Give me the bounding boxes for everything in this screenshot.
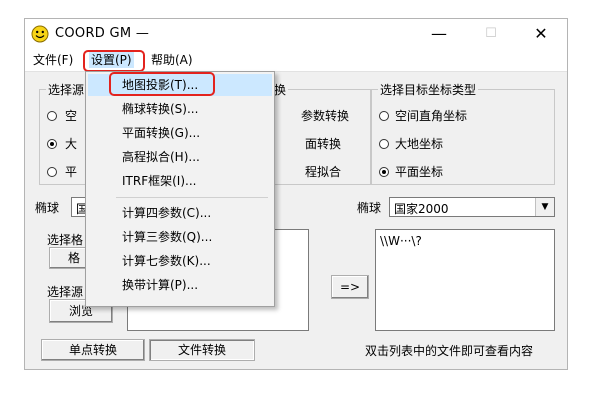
target-list-item[interactable]: \\W···\? [380, 234, 422, 248]
chevron-down-icon[interactable]: ▼ [535, 198, 554, 216]
menu-separator [116, 197, 268, 198]
target-file-list[interactable]: \\W···\? [375, 229, 555, 331]
source-radio-1[interactable] [47, 111, 57, 121]
settings-dropdown-menu: 地图投影(T)... 椭球转换(S)... 平面转换(G)... 高程拟合(H)… [85, 71, 275, 307]
menu-item-plane-convert[interactable]: 平面转换(G)... [88, 122, 272, 144]
source-radio-2[interactable] [47, 139, 57, 149]
menu-item-itrf-frame[interactable]: ITRF框架(I)... [88, 170, 272, 192]
target-radio-cartesian-label: 空间直角坐标 [395, 109, 468, 123]
menu-file[interactable]: 文件(F) [31, 52, 75, 68]
select-format-label: 选择格 [47, 233, 84, 247]
menu-item-ellipsoid-convert[interactable]: 椭球转换(S)... [88, 98, 272, 120]
annotation-highlight-map-projection [109, 72, 215, 96]
app-window: COORD GM — — ☐ ✕ 文件(F) 设置(P) 帮助(A) 选择源 空… [24, 18, 568, 370]
source-radio-3[interactable] [47, 167, 57, 177]
source-radio-1-label: 空 [65, 109, 78, 123]
hint-text: 双击列表中的文件即可查看内容 [365, 344, 534, 358]
menu-help[interactable]: 帮助(A) [149, 52, 195, 68]
source-group-title: 选择源 [48, 83, 85, 97]
target-group-title: 选择目标坐标类型 [380, 83, 477, 97]
window-title: COORD GM — [55, 26, 150, 41]
menu-item-height-fitting[interactable]: 高程拟合(H)... [88, 146, 272, 168]
select-source-label: 选择源 [47, 285, 84, 299]
smiley-icon [31, 25, 49, 43]
target-radio-plane-label: 平面坐标 [395, 165, 444, 179]
right-ellipsoid-value: 国家2000 [394, 202, 449, 216]
target-radio-geodetic[interactable] [379, 139, 389, 149]
convert-arrow-button[interactable]: => [331, 275, 369, 299]
menu-item-zone-change[interactable]: 换带计算(P)... [88, 274, 272, 296]
file-convert-button[interactable]: 文件转换 [149, 339, 255, 361]
right-ellipsoid-label: 椭球 [357, 201, 382, 215]
source-radio-3-label: 平 [65, 165, 78, 179]
maximize-button[interactable]: ☐ [471, 21, 511, 47]
transform-option-3[interactable]: 程拟合 [305, 163, 341, 180]
left-ellipsoid-label: 椭球 [35, 201, 60, 215]
minimize-button[interactable]: — [419, 21, 459, 47]
close-button[interactable]: ✕ [521, 21, 561, 47]
target-radio-cartesian[interactable] [379, 111, 389, 121]
target-radio-plane[interactable] [379, 167, 389, 177]
menu-item-seven-params[interactable]: 计算七参数(K)... [88, 250, 272, 272]
transform-option-2[interactable]: 面转换 [305, 135, 341, 152]
transform-option-1[interactable]: 参数转换 [301, 107, 349, 124]
target-radio-geodetic-label: 大地坐标 [395, 137, 444, 151]
annotation-highlight-settings [83, 50, 145, 72]
source-radio-2-label: 大 [65, 137, 78, 151]
menu-item-four-params[interactable]: 计算四参数(C)... [88, 202, 272, 224]
title-bar: COORD GM — — ☐ ✕ [25, 19, 567, 49]
right-ellipsoid-select[interactable]: 国家2000 ▼ [389, 197, 555, 217]
menu-item-three-params[interactable]: 计算三参数(Q)... [88, 226, 272, 248]
single-point-convert-button[interactable]: 单点转换 [41, 339, 145, 361]
